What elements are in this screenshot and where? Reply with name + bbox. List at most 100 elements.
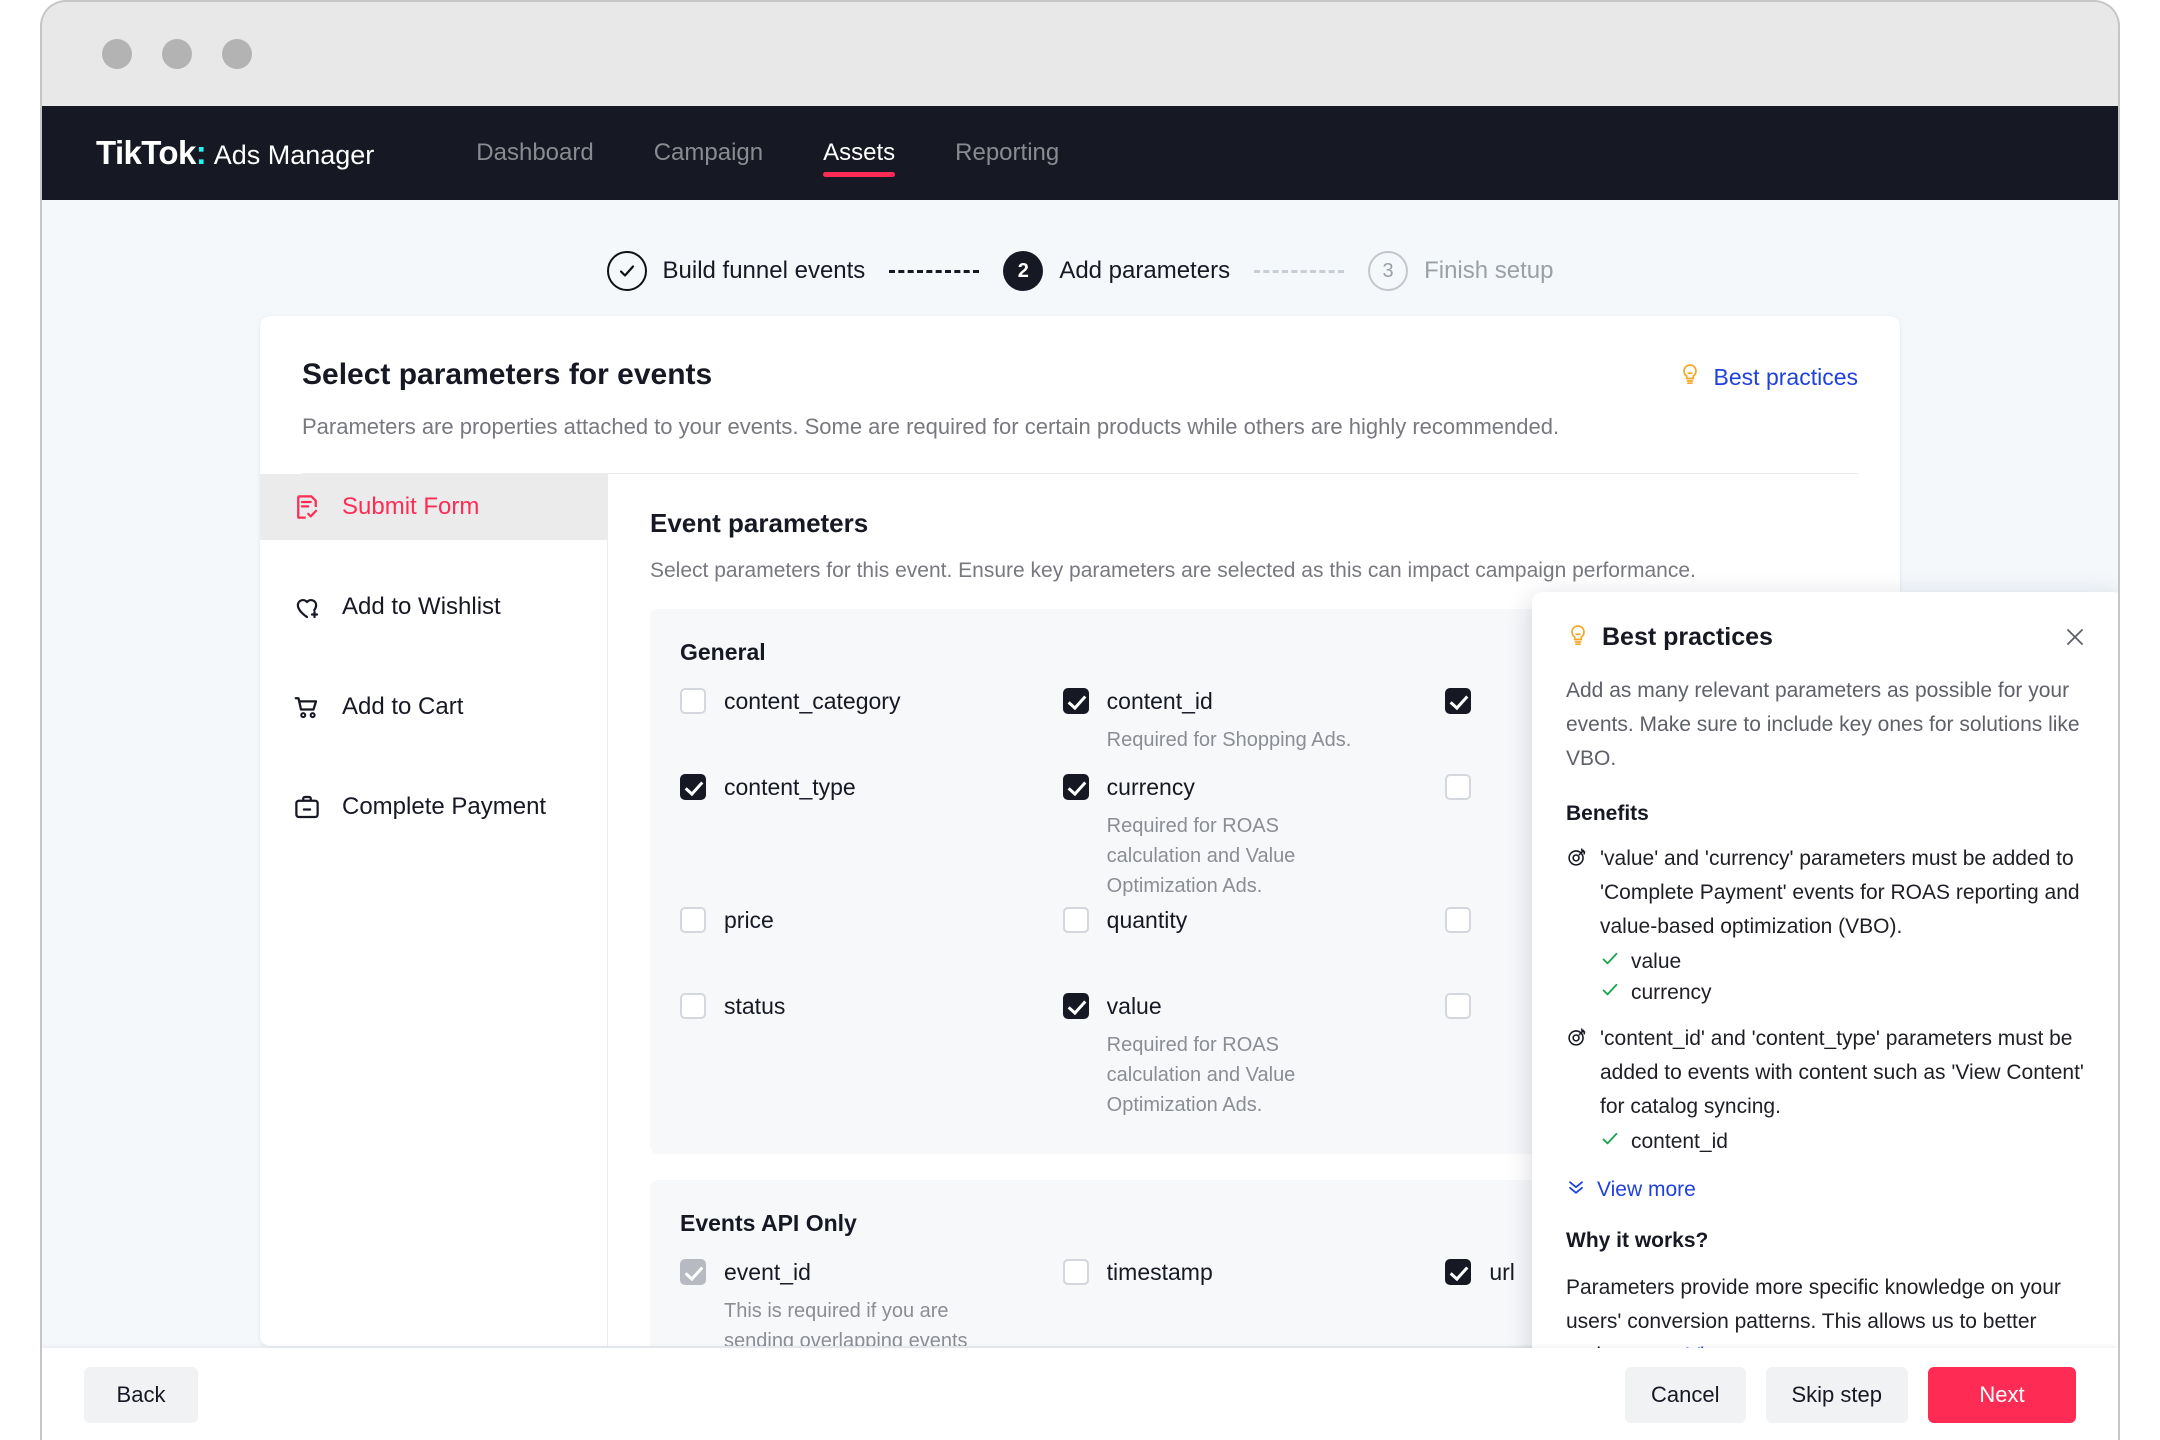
why-it-works-heading: Why it works?: [1566, 1229, 2090, 1253]
event-parameters-title: Event parameters: [650, 508, 1858, 539]
setup-stepper: Build funnel events 2 Add parameters 3 F…: [42, 200, 2118, 308]
param-price[interactable]: price: [680, 907, 1063, 934]
param-event-id: event_id: [680, 1259, 1063, 1286]
step-finish-setup[interactable]: 3 Finish setup: [1368, 251, 1553, 291]
checkbox-hidden-2[interactable]: [1445, 774, 1471, 800]
param-help-text: This is required if you are sending over…: [724, 1296, 994, 1346]
param-label: event_id: [724, 1259, 811, 1286]
window-chrome-bar: [42, 2, 2118, 106]
step-2-label: Add parameters: [1059, 257, 1230, 285]
lightbulb-icon: [1566, 623, 1590, 652]
param-status[interactable]: status: [680, 993, 1063, 1020]
param-label: timestamp: [1107, 1259, 1213, 1286]
param-value[interactable]: value: [1063, 993, 1446, 1020]
form-check-icon: [292, 492, 322, 522]
tiktok-ads-manager-logo[interactable]: TikTok:Ads Manager: [96, 134, 374, 172]
back-button[interactable]: Back: [84, 1367, 198, 1423]
checkbox-price[interactable]: [680, 907, 706, 933]
sidebar-item-label: Complete Payment: [342, 793, 546, 821]
param-help-text: Required for Shopping Ads.: [1107, 725, 1446, 755]
param-label: status: [724, 993, 785, 1020]
page-content: Build funnel events 2 Add parameters 3 F…: [42, 200, 2118, 1440]
sidebar-item-submit-form[interactable]: Submit Form: [260, 474, 607, 540]
param-cell-timestamp: timestamp: [1063, 1259, 1446, 1346]
next-button[interactable]: Next: [1928, 1367, 2076, 1423]
checkbox-content-category[interactable]: [680, 688, 706, 714]
checkbox-content-id[interactable]: [1063, 688, 1089, 714]
param-help-text: Required for ROAS calculation and Value …: [1107, 1030, 1377, 1120]
step-connector-1: [889, 270, 979, 273]
nav-item-assets[interactable]: Assets: [793, 106, 925, 200]
nav-item-campaign[interactable]: Campaign: [624, 106, 793, 200]
check-icon: [1600, 949, 1620, 975]
checkbox-hidden-4[interactable]: [1445, 993, 1471, 1019]
shopping-cart-icon: [292, 692, 322, 722]
checkbox-status[interactable]: [680, 993, 706, 1019]
benefit-tick-content-id: content_id: [1600, 1129, 2090, 1155]
best-practices-popover: Best practices Add as many relevant para…: [1532, 592, 2118, 1407]
step-build-funnel-events[interactable]: Build funnel events: [607, 251, 866, 291]
benefit-item-1: 'value' and 'currency' parameters must b…: [1566, 842, 2090, 944]
param-label: price: [724, 907, 774, 934]
nav-item-dashboard[interactable]: Dashboard: [446, 106, 623, 200]
param-cell-price: price: [680, 907, 1063, 993]
param-label: currency: [1107, 774, 1195, 801]
window-minimize-dot[interactable]: [162, 39, 192, 69]
checkbox-hidden-3[interactable]: [1445, 907, 1471, 933]
param-timestamp[interactable]: timestamp: [1063, 1259, 1446, 1286]
sidebar-item-add-to-wishlist[interactable]: Add to Wishlist: [260, 574, 607, 640]
nav-item-reporting[interactable]: Reporting: [925, 106, 1089, 200]
nav-items: Dashboard Campaign Assets Reporting: [446, 106, 1089, 200]
close-icon[interactable]: [2060, 622, 2090, 652]
benefit-tick-value: value: [1600, 949, 2090, 975]
sidebar-item-add-to-cart[interactable]: Add to Cart: [260, 674, 607, 740]
param-cell-content-category: content_category: [680, 688, 1063, 774]
param-label: value: [1107, 993, 1162, 1020]
cancel-button[interactable]: Cancel: [1625, 1367, 1745, 1423]
view-more-benefits-button[interactable]: View more: [1566, 1177, 2090, 1203]
tick-label: value: [1631, 950, 1681, 974]
param-cell-quantity: quantity: [1063, 907, 1446, 993]
event-parameters-subtitle: Select parameters for this event. Ensure…: [650, 559, 1858, 583]
checkbox-currency[interactable]: [1063, 774, 1089, 800]
checkbox-content-type[interactable]: [680, 774, 706, 800]
window-close-dot[interactable]: [102, 39, 132, 69]
footer-right-buttons: Cancel Skip step Next: [1625, 1367, 2076, 1423]
view-more-label: View more: [1597, 1178, 1696, 1202]
param-cell-status: status: [680, 993, 1063, 1126]
step-3-number: 3: [1368, 251, 1408, 291]
param-label: content_type: [724, 774, 856, 801]
benefit-tick-currency: currency: [1600, 980, 2090, 1006]
checkbox-hidden-1[interactable]: [1445, 688, 1471, 714]
sidebar-item-label: Add to Wishlist: [342, 593, 501, 621]
page-title: Select parameters for events: [302, 358, 1858, 392]
param-label: quantity: [1107, 907, 1188, 934]
checkbox-url[interactable]: [1445, 1259, 1471, 1285]
brand-ads-manager-text: Ads Manager: [214, 140, 375, 171]
best-practices-label: Best practices: [1714, 364, 1858, 391]
target-icon: [1566, 846, 1588, 944]
param-content-id[interactable]: content_id: [1063, 688, 1446, 715]
param-cell-content-type: content_type: [680, 774, 1063, 907]
brand-colon: :: [196, 134, 207, 172]
param-content-type[interactable]: content_type: [680, 774, 1063, 801]
checkbox-quantity[interactable]: [1063, 907, 1089, 933]
param-help-text: Required for ROAS calculation and Value …: [1107, 811, 1377, 901]
checkbox-value[interactable]: [1063, 993, 1089, 1019]
step-add-parameters[interactable]: 2 Add parameters: [1003, 251, 1230, 291]
sidebar-item-label: Add to Cart: [342, 693, 463, 721]
param-currency[interactable]: currency: [1063, 774, 1446, 801]
checkbox-event-id: [680, 1259, 706, 1285]
param-cell-value: value Required for ROAS calculation and …: [1063, 993, 1446, 1126]
param-cell-event-id: event_id This is required if you are sen…: [680, 1259, 1063, 1346]
skip-step-button[interactable]: Skip step: [1766, 1367, 1909, 1423]
window-maximize-dot[interactable]: [222, 39, 252, 69]
param-quantity[interactable]: quantity: [1063, 907, 1446, 934]
card-header: Select parameters for events Parameters …: [260, 316, 1900, 474]
benefit-text: 'value' and 'currency' parameters must b…: [1600, 842, 2090, 944]
benefit-item-2: 'content_id' and 'content_type' paramete…: [1566, 1022, 2090, 1124]
checkbox-timestamp[interactable]: [1063, 1259, 1089, 1285]
best-practices-link[interactable]: Best practices: [1678, 362, 1858, 392]
param-content-category[interactable]: content_category: [680, 688, 1063, 715]
sidebar-item-complete-payment[interactable]: Complete Payment: [260, 774, 607, 840]
